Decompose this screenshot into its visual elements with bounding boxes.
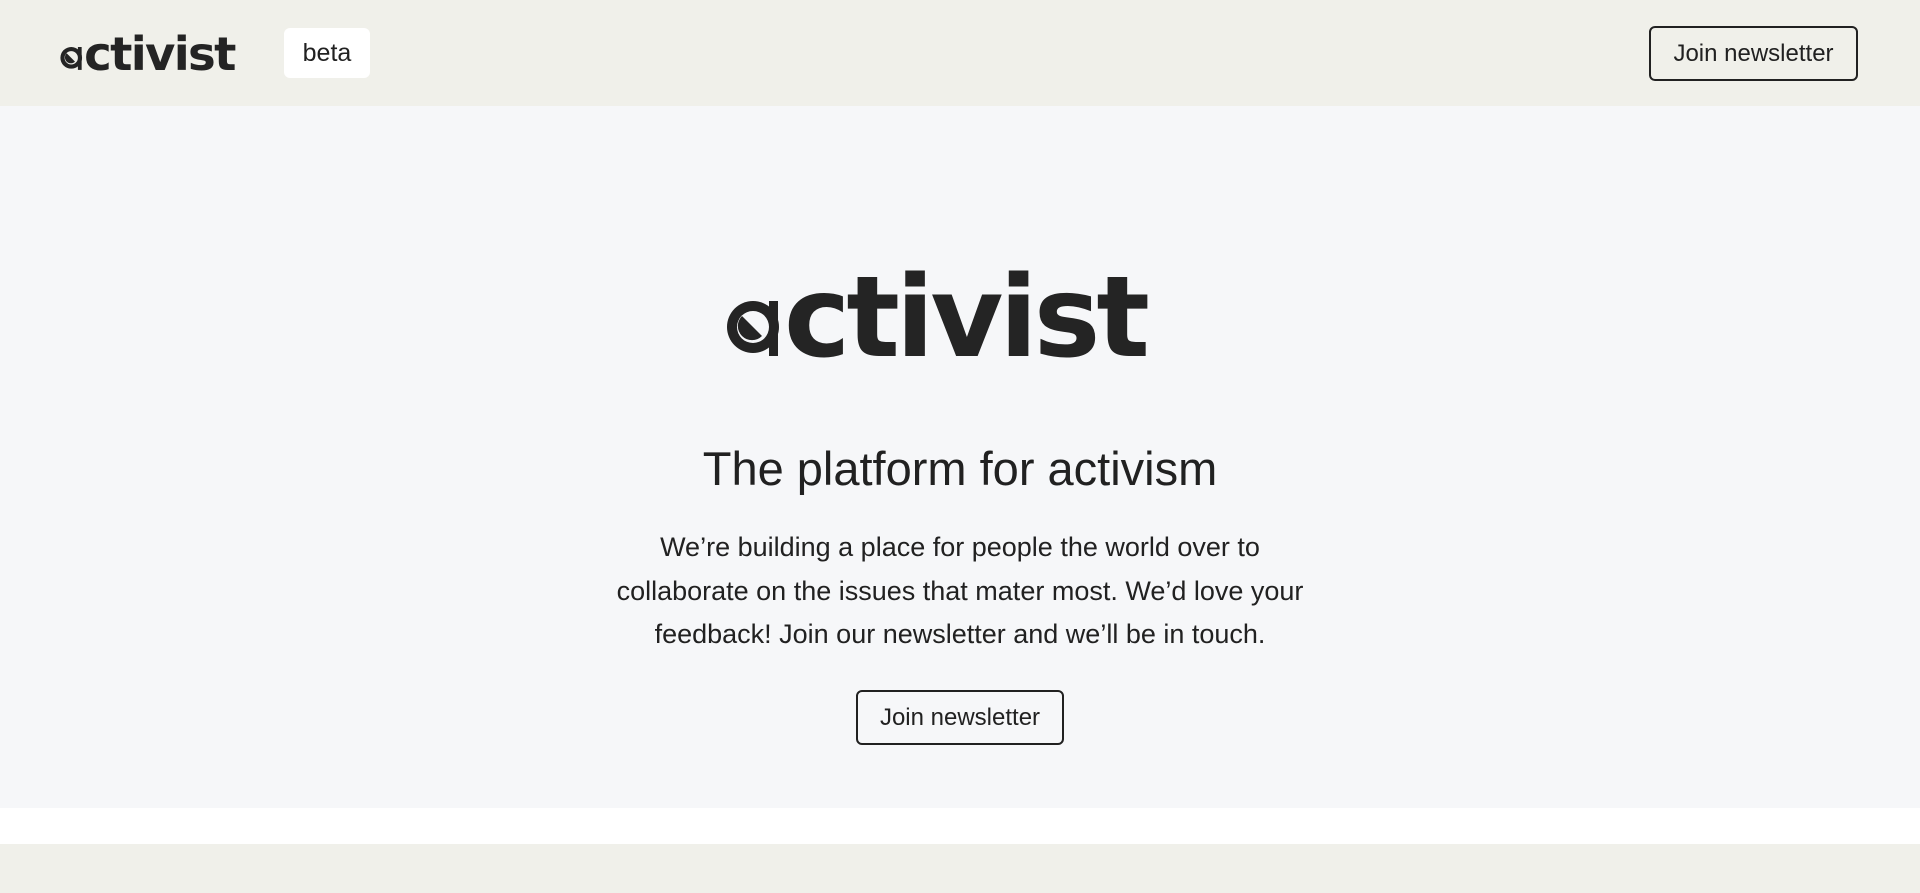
beta-badge: beta: [284, 28, 370, 78]
hero-join-newsletter-button[interactable]: Join newsletter: [856, 690, 1064, 745]
hero-activist-logo: ctivist: [726, 256, 1192, 370]
hero-title: The platform for activism: [702, 442, 1218, 495]
footer: [0, 844, 1920, 893]
section-divider: [0, 808, 1920, 844]
hero-activist-logo-image: ctivist: [727, 256, 1151, 370]
activist-logo-image: ctivist: [60, 27, 238, 81]
activist-logo[interactable]: ctivist: [60, 22, 254, 82]
svg-text:ctivist: ctivist: [784, 256, 1147, 370]
join-newsletter-button[interactable]: Join newsletter: [1649, 26, 1858, 81]
hero-description: We’re building a place for people the wo…: [616, 532, 1304, 649]
top-navigation-bar: ctivist beta Join newsletter: [0, 0, 1920, 106]
hero-section: ctivist The platform for activism We’re …: [0, 106, 1920, 808]
svg-text:ctivist: ctivist: [84, 27, 236, 81]
